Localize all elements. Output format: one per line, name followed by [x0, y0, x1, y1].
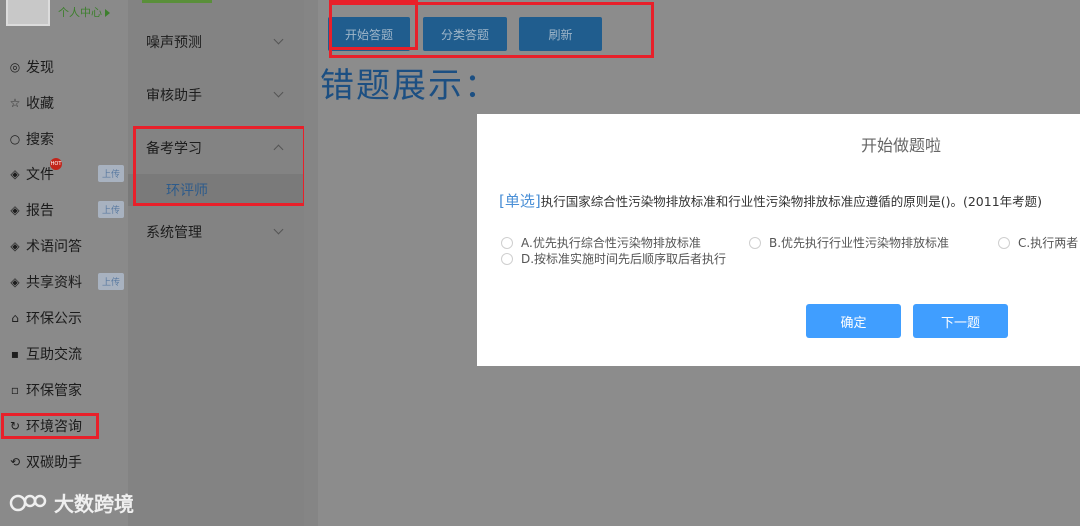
submenu-system-management[interactable]: 系统管理	[128, 206, 304, 258]
radio-icon[interactable]	[501, 236, 513, 249]
chevron-down-icon	[273, 34, 284, 45]
question-text: [单选]执行国家综合性污染物排放标准和行业性污染物排放标准应遵循的原则是()。(…	[499, 190, 1042, 211]
layers-icon: ◈	[10, 239, 20, 253]
panel-divider	[304, 0, 318, 526]
nav-item-favorites[interactable]: ☆ 收藏	[8, 91, 126, 115]
nav-item-label: 共享资料	[26, 275, 82, 291]
option-label: A.优先执行综合性污染物排放标准	[521, 236, 701, 250]
nav-item-label: 双碳助手	[26, 455, 82, 471]
submenu: 噪声预测 审核助手 备考学习 环评师 系统管理	[128, 0, 304, 526]
question-stem: 执行国家综合性污染物排放标准和行业性污染物排放标准应遵循的原则是()。(2011…	[540, 194, 1043, 209]
message-icon: ▫	[10, 383, 20, 397]
nav-item-files[interactable]: ◈ 文件 HOT 上传	[8, 158, 126, 186]
nav-item-search[interactable]: ○ 搜索	[8, 127, 126, 151]
nav-item-eco-notice[interactable]: ⌂ 环保公示	[8, 306, 126, 330]
nav-item-label: 报告	[26, 203, 54, 219]
caret-right-icon	[105, 9, 110, 17]
building-icon: ⌂	[11, 311, 19, 325]
nav-item-label: 发现	[26, 60, 54, 76]
nav-item-label: 术语问答	[26, 239, 82, 255]
submenu-child-eia-engineer[interactable]: 环评师	[128, 174, 304, 206]
option-a[interactable]: A.优先执行综合性污染物排放标准	[501, 234, 701, 251]
chevron-up-icon	[273, 144, 284, 155]
nav-item-glossary-qa[interactable]: ◈ 术语问答	[8, 234, 126, 258]
nav-item-mutual-exchange[interactable]: ▪ 互助交流	[8, 342, 126, 366]
question-type-tag: [单选]	[499, 192, 541, 210]
nav-item-carbon-assistant[interactable]: ⟲ 双碳助手	[8, 450, 126, 474]
chevron-down-icon	[273, 224, 284, 235]
submenu-noise-prediction[interactable]: 噪声预测	[128, 16, 304, 68]
refresh-button[interactable]: 刷新	[519, 17, 602, 51]
radio-icon[interactable]	[998, 236, 1010, 249]
nav-item-label: 互助交流	[26, 347, 82, 363]
watermark: 大数跨境	[8, 488, 134, 517]
chevron-down-icon	[273, 87, 284, 98]
star-icon: ☆	[9, 96, 21, 110]
left-nav: 个人中心 ◎ 发现 ☆ 收藏 ○ 搜索 ◈ 文件 HOT 上传 ◈ 报告 上传 ◈ 术语问答…	[0, 0, 128, 526]
submenu-label: 备考学习	[146, 141, 202, 157]
user-row: 个人中心	[0, 0, 128, 28]
user-center-label: 个人中心	[58, 6, 102, 19]
eye-icon: ◎	[9, 60, 21, 74]
next-question-button[interactable]: 下一题	[913, 304, 1008, 338]
nav-item-shared-materials[interactable]: ◈ 共享资料 上传	[8, 270, 126, 294]
option-b[interactable]: B.优先执行行业性污染物排放标准	[749, 234, 949, 251]
refresh-icon: ↻	[9, 419, 21, 433]
layers-icon: ◈	[10, 275, 20, 289]
nav-item-env-consulting[interactable]: ↻ 环境咨询	[8, 414, 126, 438]
nav-item-eco-steward[interactable]: ▫ 环保管家	[8, 378, 126, 402]
chat-icon: ▪	[10, 347, 20, 361]
sync-icon: ⟲	[9, 455, 21, 469]
avatar[interactable]	[6, 0, 50, 26]
submenu-label: 审核助手	[146, 88, 202, 104]
nav-item-reports[interactable]: ◈ 报告 上传	[8, 198, 126, 222]
radio-icon[interactable]	[501, 252, 513, 265]
nav-item-label: 环保公示	[26, 311, 82, 327]
nav-item-label: 环境咨询	[26, 419, 82, 435]
brand-logo-icon	[9, 494, 47, 511]
quiz-dialog: 开始做题啦 [单选]执行国家综合性污染物排放标准和行业性污染物排放标准应遵循的原…	[477, 114, 1080, 366]
layers-icon: ◈	[10, 203, 20, 217]
option-d[interactable]: D.按标准实施时间先后顺序取后者执行	[501, 250, 726, 267]
search-icon: ○	[9, 132, 21, 146]
option-c[interactable]: C.执行两者	[998, 234, 1078, 251]
hot-badge: HOT	[50, 158, 62, 170]
layers-icon: ◈	[10, 167, 20, 181]
submenu-top-indicator	[142, 0, 212, 3]
upload-badge[interactable]: 上传	[98, 273, 125, 290]
submenu-label: 噪声预测	[146, 35, 202, 51]
upload-badge[interactable]: 上传	[98, 165, 125, 182]
start-answer-button[interactable]: 开始答题	[328, 17, 410, 51]
dialog-title: 开始做题啦	[861, 136, 942, 155]
upload-badge[interactable]: 上传	[98, 201, 125, 218]
option-label: C.执行两者	[1018, 236, 1079, 250]
confirm-button[interactable]: 确定	[806, 304, 901, 338]
option-label: B.优先执行行业性污染物排放标准	[769, 236, 950, 250]
nav-item-label: 搜索	[26, 132, 54, 148]
category-answer-button[interactable]: 分类答题	[423, 17, 507, 51]
submenu-exam-study[interactable]: 备考学习	[128, 122, 304, 174]
option-label: D.按标准实施时间先后顺序取后者执行	[521, 252, 727, 266]
watermark-text: 大数跨境	[54, 492, 134, 516]
nav-item-label: 收藏	[26, 96, 54, 112]
submenu-label: 系统管理	[146, 225, 202, 241]
nav-item-label: 文件	[26, 167, 54, 183]
nav-item-discover[interactable]: ◎ 发现	[8, 55, 126, 79]
submenu-review-assistant[interactable]: 审核助手	[128, 69, 304, 121]
page-title: 错题展示：	[320, 66, 500, 106]
radio-icon[interactable]	[749, 236, 761, 249]
user-center-link[interactable]: 个人中心	[58, 4, 110, 20]
nav-item-label: 环保管家	[26, 383, 82, 399]
